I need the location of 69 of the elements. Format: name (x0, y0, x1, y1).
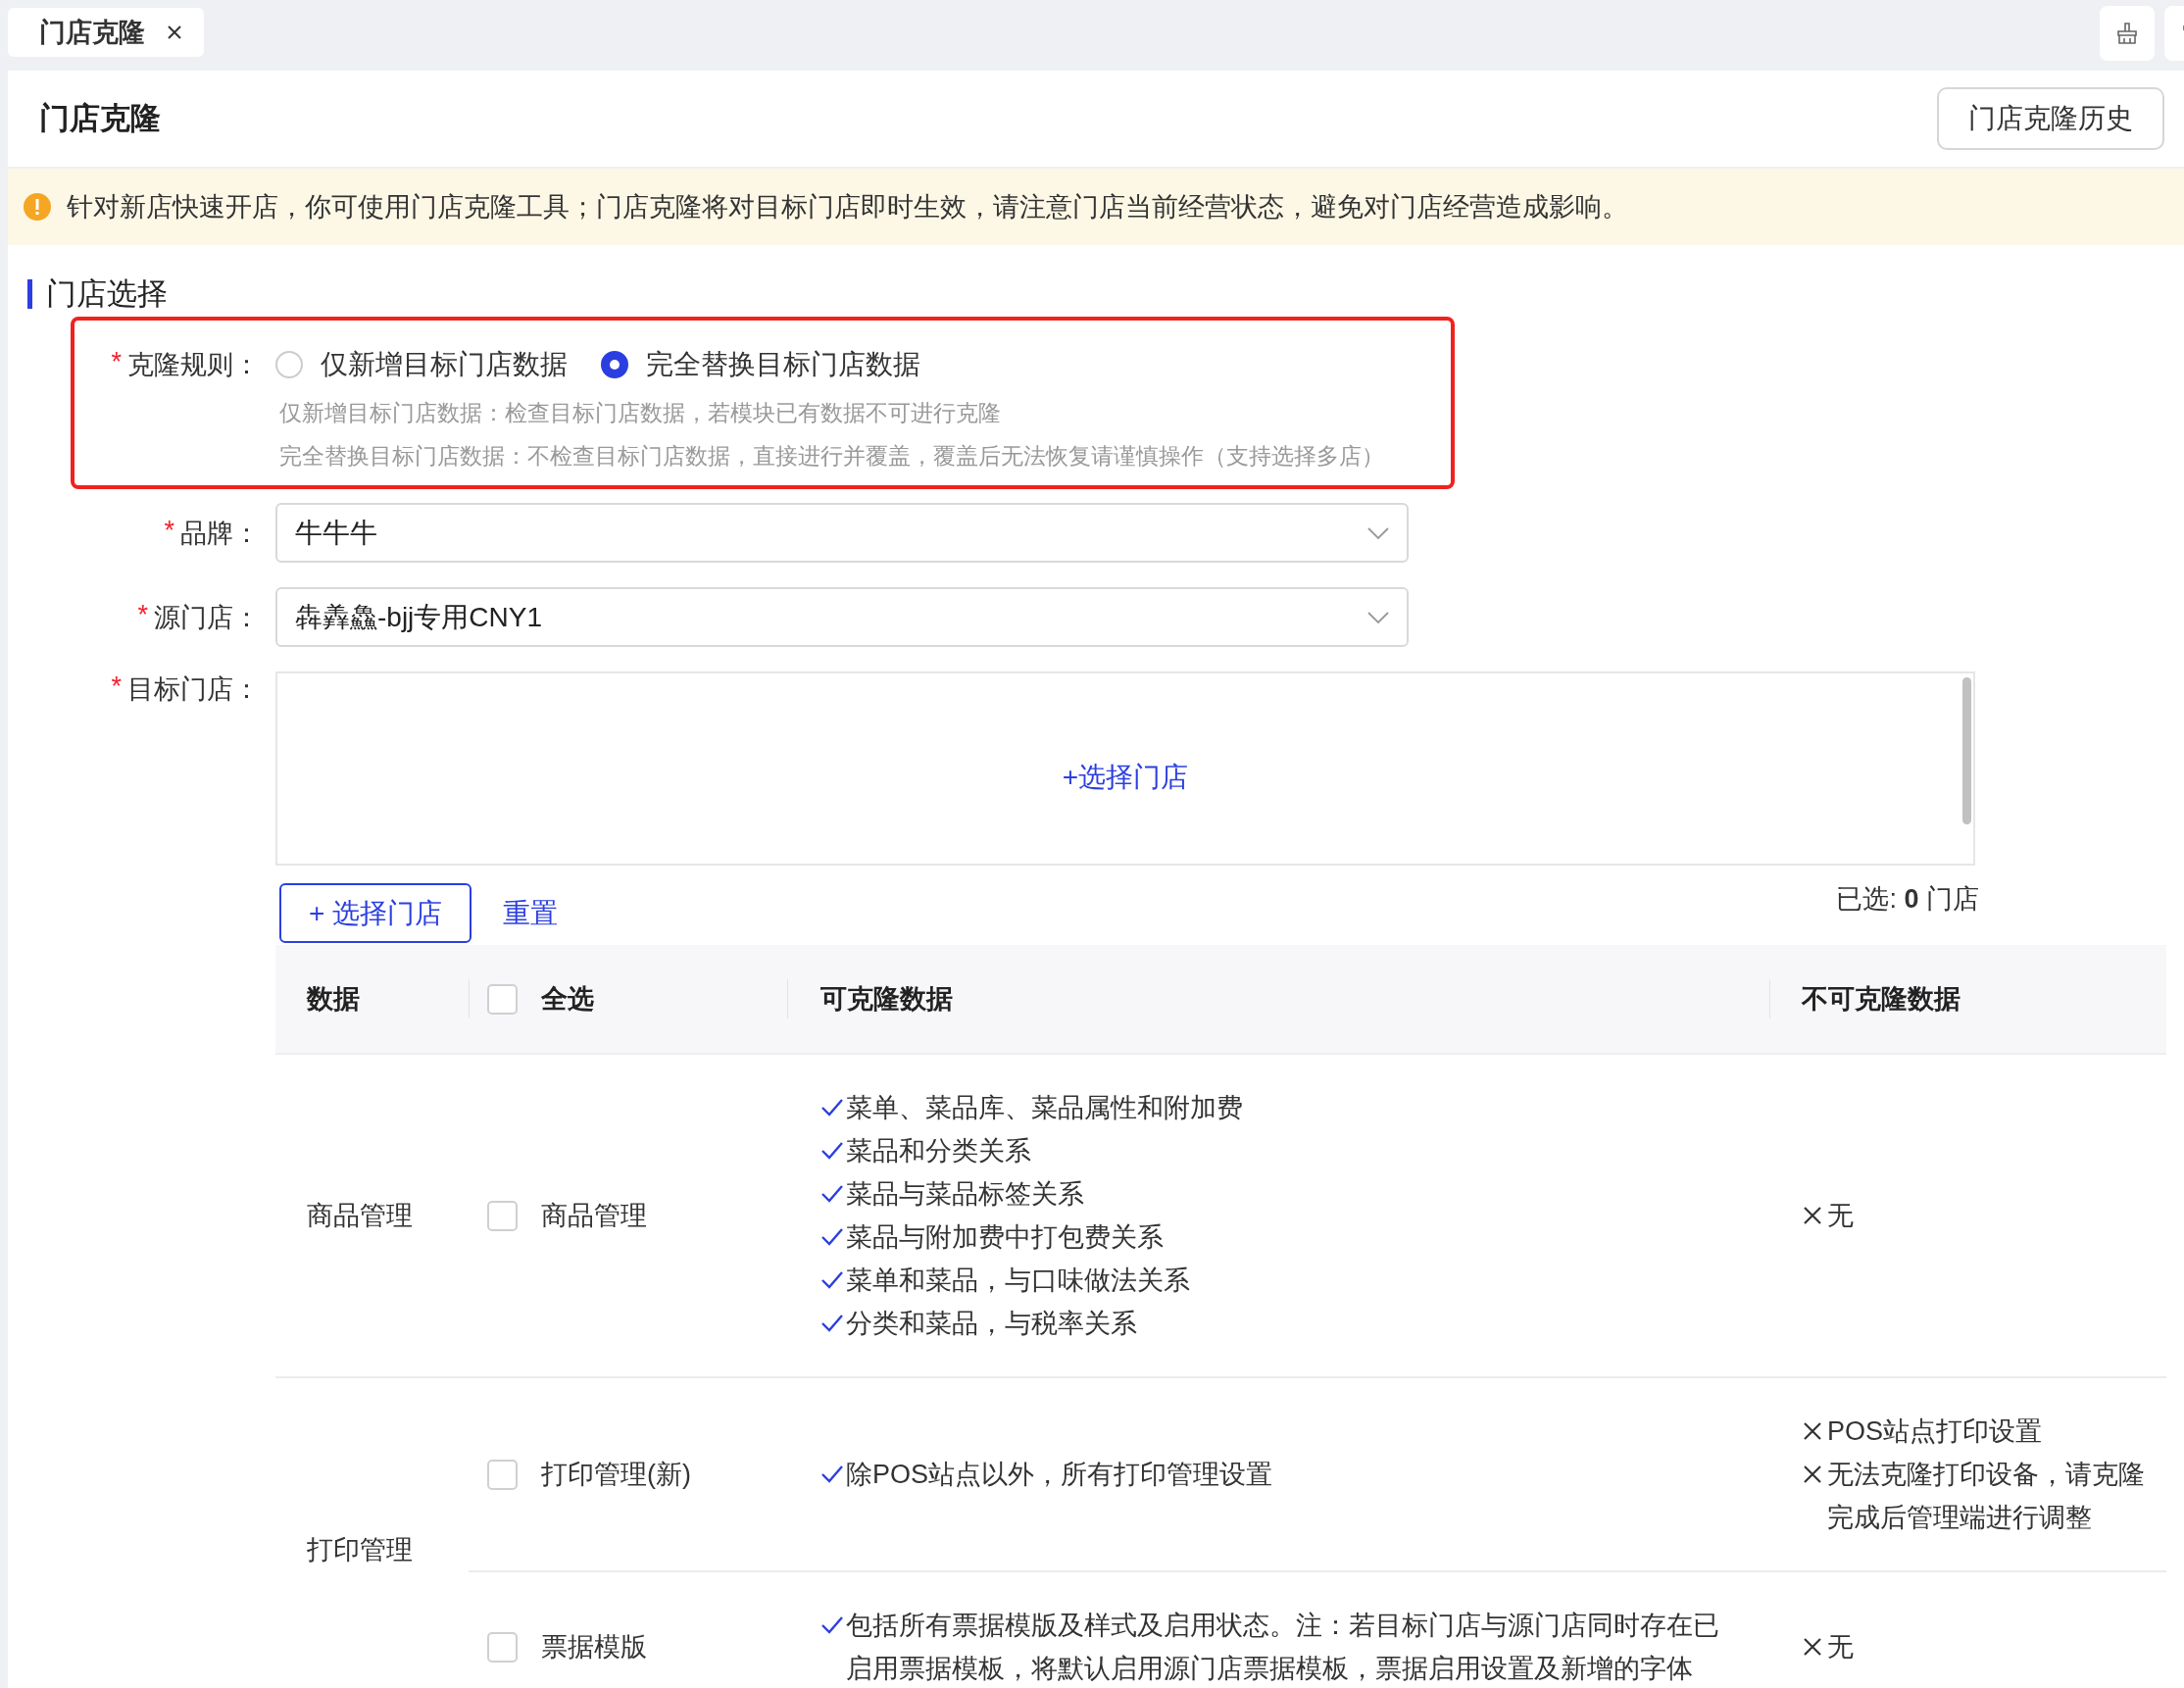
check-icon (820, 1226, 844, 1248)
clonable-item: 菜品与菜品标签关系 (846, 1178, 1084, 1211)
page-title: 门店克隆 (39, 100, 161, 137)
select-field[interactable]: 牛牛牛 (275, 503, 1409, 563)
not-clonable-item: 无 (1827, 1631, 1854, 1663)
cross-icon (1802, 1205, 1823, 1226)
clean-button[interactable] (2100, 6, 2155, 61)
radio-option[interactable]: 仅新增目标门店数据 (275, 346, 568, 383)
field-label: 品牌： (180, 517, 260, 550)
warning-icon (24, 193, 51, 221)
clonable-item: 菜单和菜品，与口味做法关系 (846, 1265, 1190, 1297)
chevron-down-icon (1367, 610, 1389, 624)
field-label: 源门店： (154, 601, 260, 634)
table-cell-text: 票据模版 (541, 1631, 647, 1663)
clonable-item: 菜品和分类关系 (846, 1135, 1031, 1167)
close-icon[interactable] (167, 25, 182, 40)
clonable-item: 菜品与附加费中打包费关系 (846, 1221, 1164, 1254)
section-title: 门店选择 (46, 275, 168, 313)
select-field[interactable]: 犇羴鱻-bjj专用CNY1 (275, 587, 1409, 647)
select-store-button[interactable]: + 选择门店 (279, 883, 472, 943)
required-mark: * (111, 671, 122, 703)
page-tab[interactable]: 门店克隆 (8, 8, 204, 57)
field-label: 克隆规则： (127, 349, 260, 381)
clonable-item: 分类和菜品，与税率关系 (846, 1308, 1137, 1340)
cross-icon (1802, 1464, 1823, 1485)
column-header: 数据 (275, 945, 469, 1055)
required-mark: * (164, 515, 174, 547)
history-button[interactable]: 门店克隆历史 (1937, 87, 2164, 150)
notice-text: 针对新店快速开店，你可使用门店克隆工具；门店克隆将对目标门店即时生效，请注意门店当前经营状态，避免对门店经营造成影响。 (67, 191, 1628, 223)
section-marker (27, 279, 32, 309)
check-icon (820, 1097, 844, 1118)
selected-count: 已选: 0 门店 (1836, 882, 1979, 916)
clonable-item: 除POS站点以外，所有打印管理设置 (846, 1459, 1273, 1491)
check-icon (820, 1269, 844, 1291)
cross-icon (1802, 1636, 1823, 1658)
check-icon (820, 1313, 844, 1334)
column-header: 全选 (541, 983, 594, 1016)
table-cell-text: 商品管理 (541, 1200, 647, 1232)
check-icon (820, 1464, 844, 1485)
check-icon (820, 1140, 844, 1162)
scrollbar[interactable] (1962, 677, 1971, 824)
field-label: 目标门店： (127, 673, 260, 706)
radio-option[interactable]: 完全替换目标门店数据 (601, 346, 920, 383)
table-cell-text: 商品管理 (307, 1200, 413, 1232)
required-mark: * (137, 599, 148, 631)
table-cell-text: 打印管理(新) (541, 1459, 691, 1491)
clonable-item: 菜单、菜品库、菜品属性和附加费 (846, 1092, 1243, 1124)
required-mark: * (111, 347, 122, 378)
not-clonable-item: 无法克隆打印设备，请克隆完成后管理端进行调整 (1827, 1459, 2145, 1534)
not-clonable-item: POS站点打印设置 (1827, 1415, 2043, 1448)
checkbox[interactable] (487, 983, 518, 1015)
radio-button[interactable] (601, 351, 628, 378)
hint-text: 仅新增目标门店数据：检查目标门店数据，若模块已有数据不可进行克隆 (279, 399, 1002, 427)
chevron-down-icon (1367, 525, 1389, 540)
check-icon (820, 1183, 844, 1205)
column-header: 可克隆数据 (787, 945, 1769, 1055)
check-icon (820, 1614, 844, 1636)
broom-icon (2115, 22, 2139, 45)
not-clonable-item: 无 (1827, 1200, 1854, 1232)
reset-link[interactable]: 重置 (503, 894, 559, 932)
checkbox[interactable] (487, 1200, 518, 1231)
select-store-link[interactable]: +选择门店 (1062, 759, 1189, 796)
column-header: 不可克隆数据 (1769, 945, 2166, 1055)
checkbox[interactable] (487, 1631, 518, 1663)
clonable-item: 包括所有票据模版及样式及启用状态。注：若目标门店与源门店同时存在已启用票据模板，将默认启用源门店票据模板，票据启用设置及新增的字体 (846, 1610, 1720, 1685)
cross-icon (1802, 1420, 1823, 1442)
table-cell-text: 打印管理 (307, 1534, 413, 1566)
checkbox[interactable] (487, 1459, 518, 1490)
hint-text: 完全替换目标门店数据：不检查目标门店数据，直接进行并覆盖，覆盖后无法恢复请谨慎操作（支持选择多店） (279, 442, 1385, 471)
